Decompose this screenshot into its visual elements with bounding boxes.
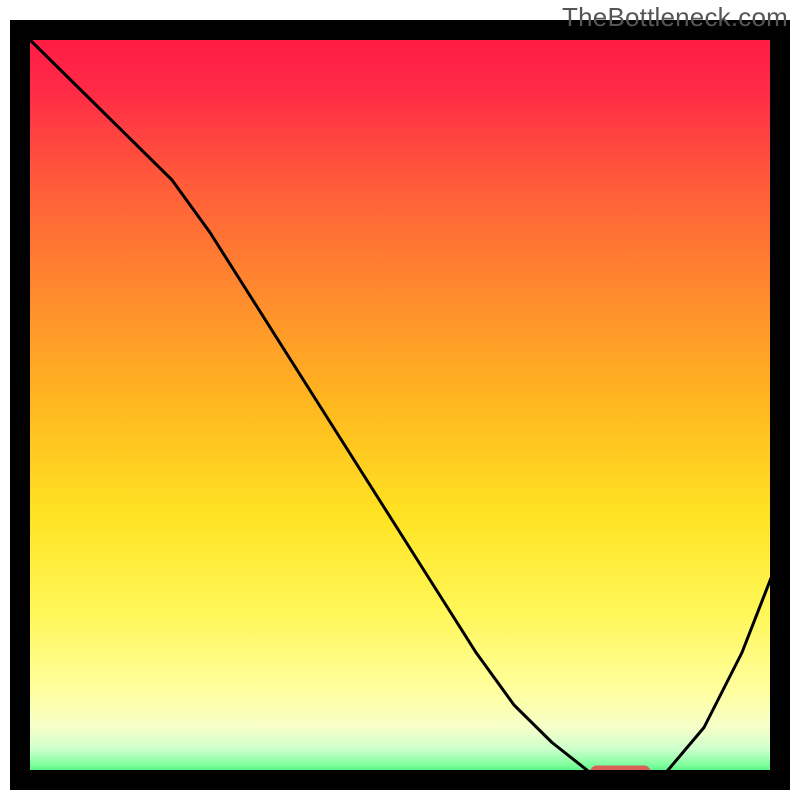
chart-container: TheBottleneck.com bbox=[0, 0, 800, 800]
chart-svg bbox=[0, 0, 800, 800]
watermark-text: TheBottleneck.com bbox=[562, 2, 788, 33]
